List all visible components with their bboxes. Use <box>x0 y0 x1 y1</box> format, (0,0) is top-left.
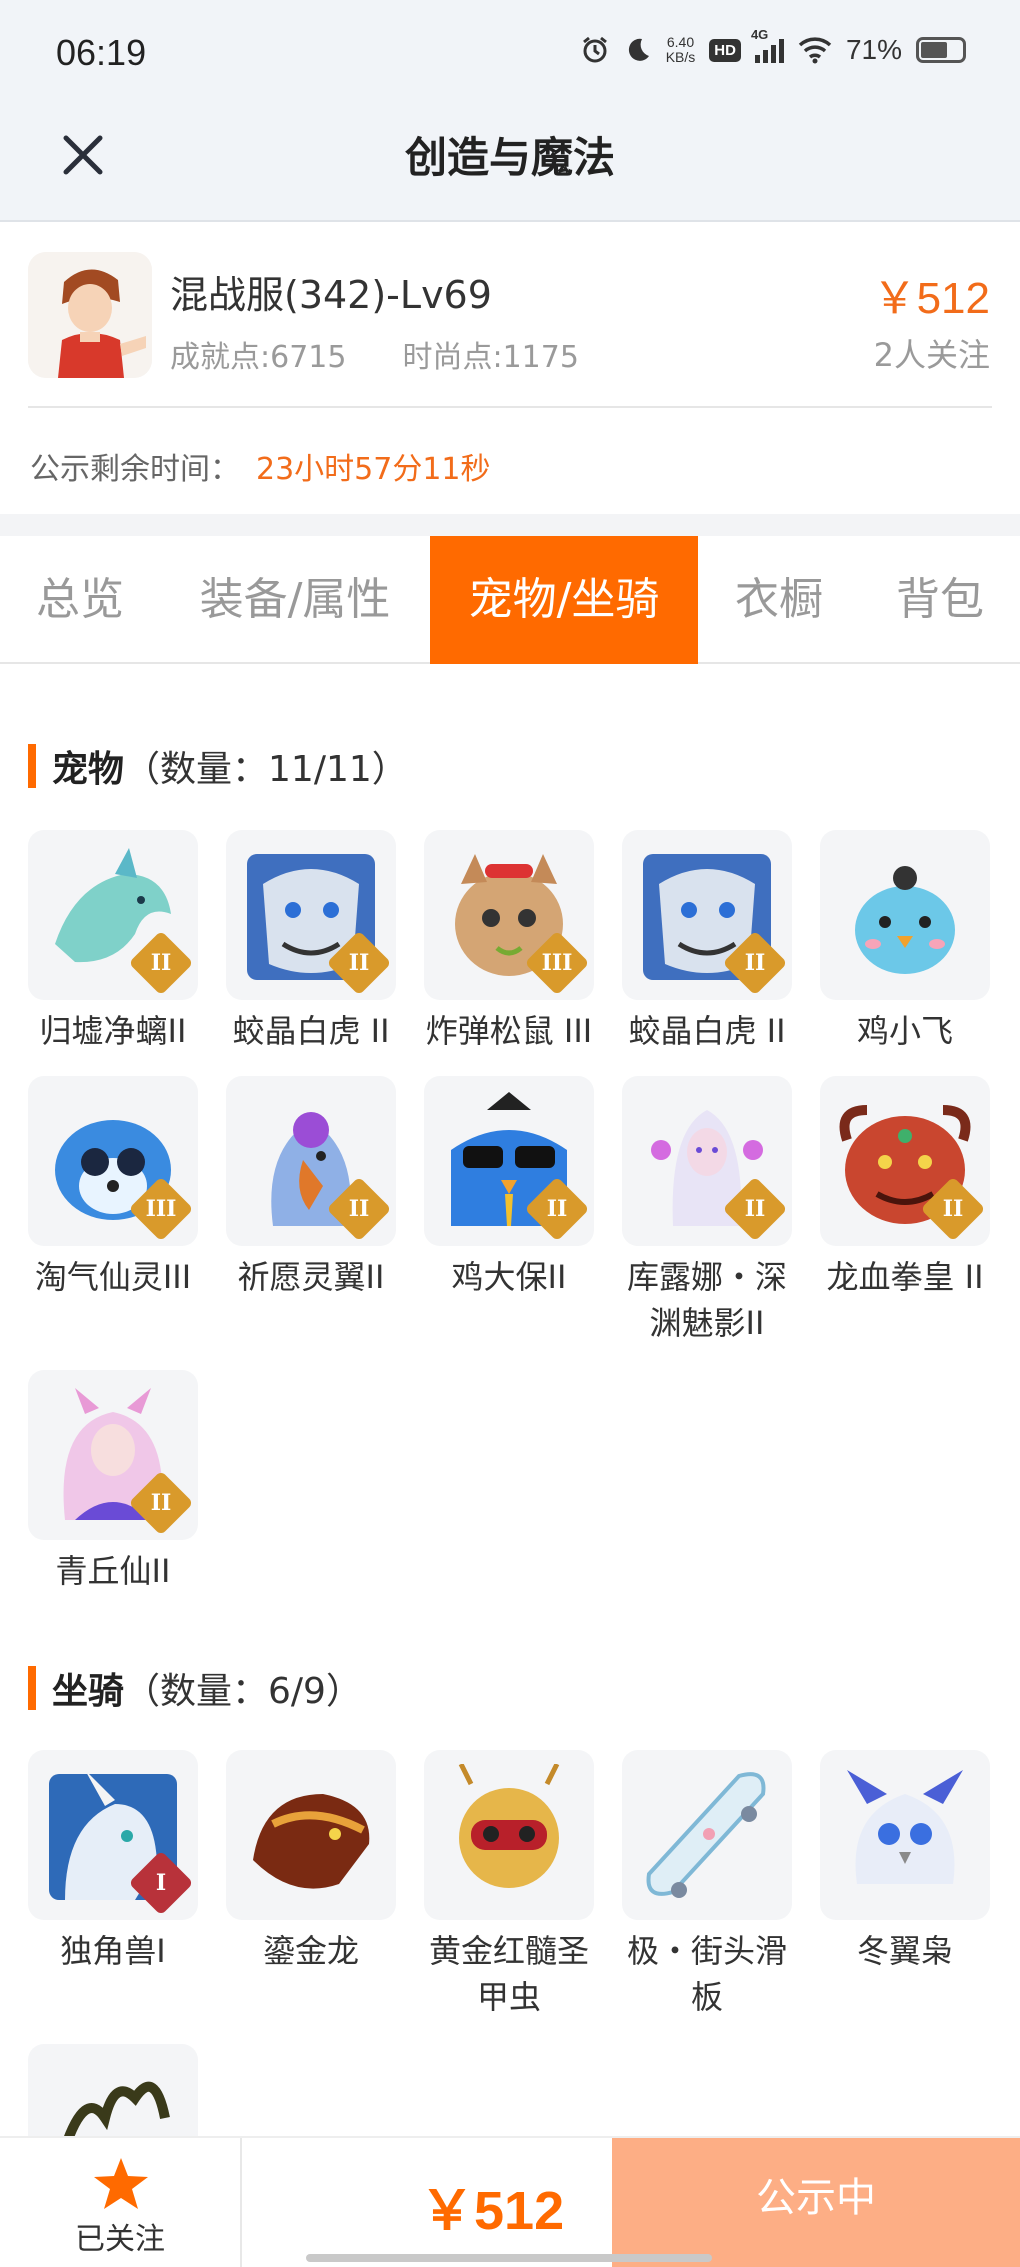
bottom-price: ￥512 <box>420 2181 565 2241</box>
character-card[interactable]: 混战服(342)-Lv69 成就点:6715 时尚点:1175 ￥512 2人关… <box>0 224 1020 410</box>
tab-bar: 总览 装备/属性 宠物/坐骑 衣橱 背包 <box>0 536 1020 664</box>
nav-bar: 创造与魔法 <box>0 110 1020 222</box>
mount-item[interactable]: 极・街头滑板 <box>622 1750 792 2020</box>
status-bar: 06:19 6.40 KB/s HD 4G 71% <box>0 0 1020 110</box>
pet-item[interactable]: III 炸弹松鼠 III <box>424 830 594 1054</box>
pet-item[interactable]: II 归墟净螭II <box>28 830 198 1054</box>
bottom-bar: 已关注 ￥512 公示中 <box>0 2136 1020 2267</box>
tab-overview[interactable]: 总览 <box>0 536 160 664</box>
wifi-icon <box>798 37 832 64</box>
fashion-points: 时尚点:1175 <box>402 340 579 375</box>
follow-label: 已关注 <box>75 2222 165 2257</box>
pet-item[interactable]: II 龙血拳皇 II <box>820 1076 990 1300</box>
notice-remaining-time: 23小时57分11秒 <box>256 452 491 487</box>
net-speed: 6.40 KB/s <box>665 34 696 65</box>
hd-badge: HD <box>709 38 741 62</box>
home-indicator[interactable] <box>306 2254 712 2262</box>
character-price: ￥512 <box>872 274 990 323</box>
page-title: 创造与魔法 <box>404 133 615 182</box>
achievement-points: 成就点:6715 <box>170 340 347 375</box>
mount-item[interactable]: 黄金红髓圣甲虫 <box>424 1750 594 2020</box>
status-time: 06:19 <box>56 32 147 73</box>
mount-item[interactable]: 冬翼枭 <box>820 1750 990 1974</box>
pet-item[interactable]: II 蛟晶白虎 II <box>226 830 396 1054</box>
notice-row: 公示剩余时间： 23小时57分11秒 <box>0 410 1020 514</box>
mount-item[interactable]: I 独角兽I <box>28 1750 198 1974</box>
character-name: 混战服(342)-Lv69 <box>170 273 492 317</box>
section-separator <box>0 514 1020 536</box>
character-avatar <box>28 252 152 378</box>
notice-label: 公示剩余时间： <box>30 452 240 487</box>
battery-icon <box>916 37 966 63</box>
pet-item[interactable]: II 库露娜・深渊魅影II <box>622 1076 792 1346</box>
mounts-section-title: 坐骑 （数量：6/9） <box>28 1662 362 1714</box>
pet-item[interactable]: II 祈愿灵翼II <box>226 1076 396 1300</box>
divider <box>28 406 992 408</box>
pet-item[interactable]: III 淘气仙灵III <box>28 1076 198 1300</box>
alarm-icon <box>582 36 607 63</box>
tab-wardrobe[interactable]: 衣橱 <box>698 536 860 664</box>
follow-button[interactable]: 已关注 <box>0 2138 242 2267</box>
battery-percent: 71% <box>845 34 902 65</box>
star-icon <box>94 2158 148 2209</box>
tab-equipment[interactable]: 装备/属性 <box>160 536 430 664</box>
status-button[interactable]: 公示中 <box>612 2138 1020 2267</box>
moon-icon <box>628 38 649 61</box>
tab-backpack[interactable]: 背包 <box>860 536 1020 664</box>
mount-item[interactable]: 鎏金龙 <box>226 1750 396 1974</box>
pet-item[interactable]: II 鸡大保II <box>424 1076 594 1300</box>
status-icons: 6.40 KB/s HD 4G 71% <box>580 27 966 66</box>
signal-icon: 4G <box>751 27 784 63</box>
tab-pets-mounts[interactable]: 宠物/坐骑 <box>430 536 698 664</box>
follower-count: 2人关注 <box>873 336 990 374</box>
character-stats: 成就点:6715 时尚点:1175 <box>170 332 579 376</box>
pet-item[interactable]: II 蛟晶白虎 II <box>622 830 792 1054</box>
pets-section-title: 宠物 （数量：11/11） <box>28 740 408 792</box>
pet-item[interactable]: 鸡小飞 <box>820 830 990 1054</box>
pet-item[interactable]: II 青丘仙II <box>28 1370 198 1594</box>
